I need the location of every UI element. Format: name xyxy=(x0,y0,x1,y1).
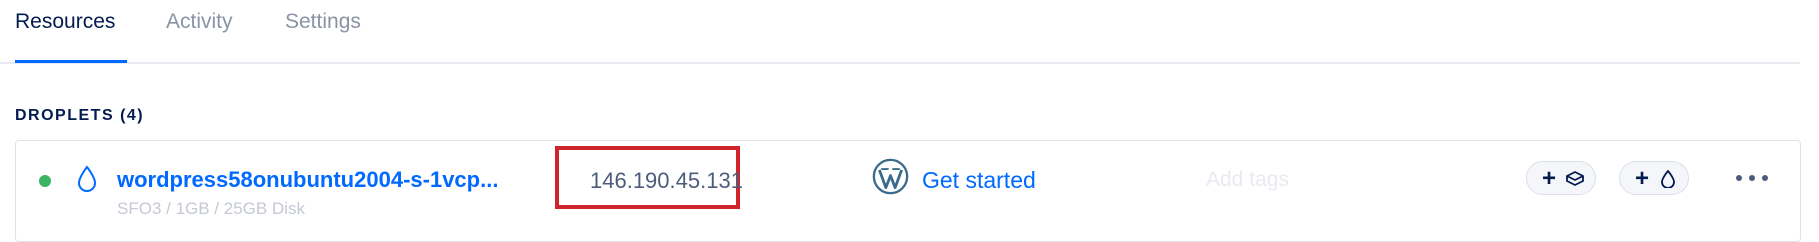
plus-icon: + xyxy=(1542,165,1557,192)
tab-settings[interactable]: Settings xyxy=(285,10,361,54)
plus-icon: + xyxy=(1635,165,1650,192)
droplet-icon xyxy=(1661,170,1675,188)
tab-bar: Resources Activity Settings xyxy=(0,0,1800,64)
more-options-icon[interactable] xyxy=(1734,167,1774,189)
tab-activity[interactable]: Activity xyxy=(166,10,233,54)
droplet-name-link[interactable]: wordpress58onubuntu2004-s-1vcp... xyxy=(117,167,498,193)
active-tab-indicator xyxy=(15,60,127,63)
get-started-link[interactable]: Get started xyxy=(922,167,1036,194)
tab-resources[interactable]: Resources xyxy=(15,10,115,54)
droplet-icon xyxy=(77,165,97,192)
wordpress-icon xyxy=(872,158,909,195)
volume-icon xyxy=(1566,171,1584,186)
droplets-section-label: DROPLETS (4) xyxy=(15,107,145,124)
add-tags-input[interactable]: Add tags xyxy=(1206,168,1289,192)
droplet-row: wordpress58onubuntu2004-s-1vcp... SFO3 /… xyxy=(15,140,1801,242)
add-volume-button[interactable]: + xyxy=(1526,161,1596,195)
status-indicator xyxy=(39,175,51,187)
droplet-specs: SFO3 / 1GB / 25GB Disk xyxy=(117,199,306,218)
add-droplet-button[interactable]: + xyxy=(1619,161,1689,195)
ip-address[interactable]: 146.190.45.131 xyxy=(590,168,743,194)
